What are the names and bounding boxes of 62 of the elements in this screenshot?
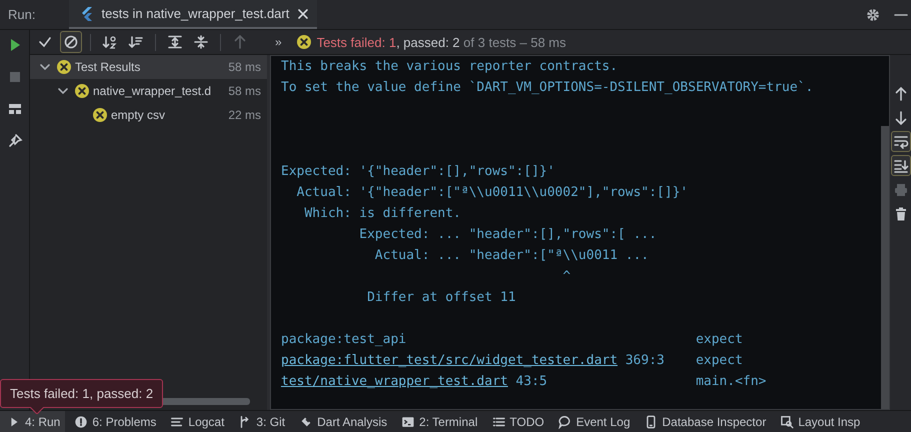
- console-line: To set the value define `DART_VM_OPTIONS=-DSILENT_OBSERVATORY=true`.: [281, 79, 814, 97]
- terminal-icon: [401, 414, 416, 428]
- console-line: Differ at offset 11: [366, 289, 517, 307]
- file-link[interactable]: package:flutter_test/src/widget_tester.dart: [281, 350, 618, 371]
- collapse-all-icon: [193, 34, 209, 50]
- tool-window-tab[interactable]: 6: Problems: [67, 411, 162, 432]
- tool-window-tab[interactable]: TODO: [484, 411, 550, 432]
- console-line: Actual: '{"header":["ª\\u0011\\u0002"],"rows":[]}': [296, 184, 689, 202]
- console-line: ^: [562, 268, 572, 286]
- console-line: Expected: '{"header":[],"rows":[]}': [281, 163, 556, 181]
- tool-window-tab[interactable]: Event Log: [551, 411, 636, 432]
- stack-location: package:test_api: [281, 331, 406, 349]
- scroll-end-button[interactable]: [890, 155, 910, 176]
- info-icon: [74, 414, 88, 428]
- analysis-icon: [299, 414, 314, 428]
- tree-item[interactable]: Test Results 58 ms: [30, 55, 267, 79]
- show-ignored-button[interactable]: [60, 31, 82, 53]
- run-tab[interactable]: tests in native_wrapper_test.dart: [69, 0, 318, 29]
- tree-item[interactable]: empty csv 22 ms: [30, 103, 267, 127]
- tool-window-tab[interactable]: Logcat: [163, 411, 230, 432]
- console-line: Actual: ... "header":["ª\\u0011 ...: [374, 247, 650, 265]
- file-link[interactable]: test/native_wrapper_test.dart: [281, 371, 508, 392]
- failed-icon: [56, 59, 72, 75]
- console-line: Which: is different.: [303, 205, 462, 223]
- blocked-icon: [63, 34, 79, 50]
- tool-window-tab[interactable]: 3: Git: [231, 411, 290, 432]
- sort-duration-icon: [128, 34, 144, 50]
- function-name: main.<fn>: [696, 373, 766, 391]
- printer-icon: [892, 182, 908, 198]
- tooltip: Tests failed: 1, passed: 2: [0, 379, 164, 408]
- tree-item[interactable]: native_wrapper_test.d 58 ms: [30, 79, 267, 103]
- soft-wrap-button[interactable]: [890, 131, 910, 152]
- layout-icon: [6, 101, 22, 117]
- vertical-scrollbar[interactable]: [881, 126, 889, 409]
- tooltip-pointer: [30, 407, 44, 414]
- arrow-up-icon: [232, 34, 248, 50]
- failed-icon: [74, 83, 90, 99]
- pin-icon: [6, 133, 22, 149]
- tool-window-tab[interactable]: Layout Insp: [773, 411, 866, 432]
- test-summary: Tests failed: 1, passed: 2 of 3 tests – 58 ms: [316, 34, 566, 50]
- tool-window-tab[interactable]: 2: Terminal: [394, 411, 483, 432]
- tool-window-tab[interactable]: 4: Run: [0, 411, 66, 432]
- function-name: expect: [696, 331, 743, 349]
- settings-icon[interactable]: [865, 6, 881, 22]
- function-name: expect: [696, 352, 743, 370]
- scroll-to-end-icon: [892, 158, 908, 174]
- tool-window-tab[interactable]: Database Inspector: [637, 411, 772, 432]
- line-position: 43:5: [516, 373, 548, 391]
- sort-alphabetical-icon: [102, 34, 118, 50]
- failed-icon: [296, 34, 312, 50]
- check-icon: [37, 34, 53, 50]
- expand-all-icon: [167, 34, 183, 50]
- tool-window-tab[interactable]: Dart Analysis: [292, 411, 392, 432]
- console-line: This breaks the various reporter contracts.: [281, 58, 619, 76]
- soft-wrap-icon: [892, 134, 908, 150]
- line-position: 369:3: [625, 352, 664, 370]
- run-label: Run:: [8, 7, 36, 22]
- console-line: Expected: ... "header":[],"rows":[ ...: [358, 226, 658, 244]
- inspect-icon: [780, 414, 794, 428]
- more-button[interactable]: »: [271, 35, 286, 49]
- speech-bubble-icon: [558, 414, 572, 428]
- failed-icon: [92, 107, 108, 123]
